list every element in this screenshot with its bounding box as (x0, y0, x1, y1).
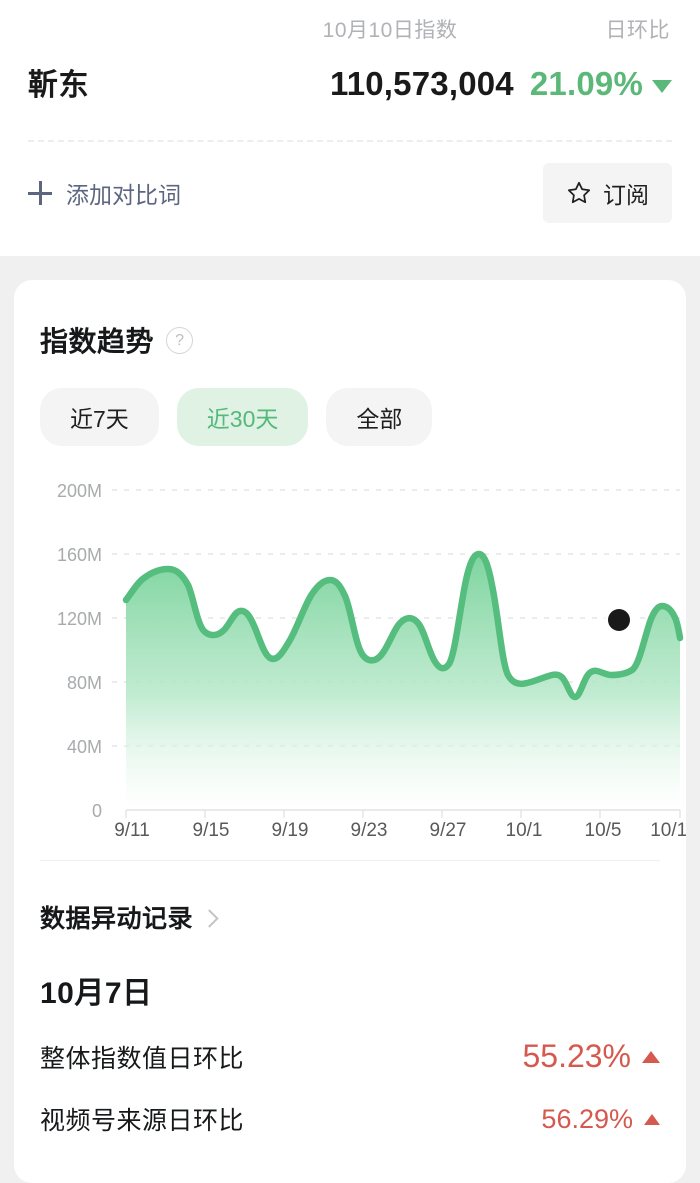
anomaly-record-row: 整体指数值日环比 55.23% (40, 1038, 660, 1075)
svg-text:10/5: 10/5 (585, 820, 622, 838)
svg-text:10/1: 10/1 (506, 820, 543, 838)
page-title: 指数趋势 (40, 326, 155, 357)
chart-y-axis-labels: 200M 160M 120M 80M 40M 0 (57, 481, 102, 821)
subscribe-button[interactable]: 订阅 (543, 163, 672, 223)
tab-last-7-days[interactable]: 近7天 (40, 388, 159, 446)
tab-all[interactable]: 全部 (326, 388, 433, 446)
add-compare-word-button[interactable]: 添加对比词 (28, 176, 181, 210)
triangle-up-icon (644, 1113, 660, 1125)
keyword-change: 21.09% (530, 65, 672, 103)
chevron-right-icon (200, 908, 219, 928)
svg-text:10/10: 10/10 (650, 820, 686, 838)
anomaly-record-value: 55.23% (522, 1038, 631, 1074)
anomaly-record-value-group: 55.23% (522, 1038, 660, 1075)
tab-last-30-days[interactable]: 近30天 (176, 388, 309, 446)
header-actions: 添加对比词 订阅 (28, 143, 672, 243)
svg-text:80M: 80M (67, 673, 102, 693)
chart-highlight-marker[interactable] (605, 604, 637, 636)
anomaly-records-date: 10月7日 (40, 977, 153, 1010)
svg-text:160M: 160M (57, 545, 102, 565)
header-column-labels: 10月10日指数 日环比 (28, 0, 672, 44)
svg-text:9/19: 9/19 (272, 820, 309, 838)
anomaly-record-label: 整体指数值日环比 (40, 1044, 245, 1073)
svg-text:120M: 120M (57, 609, 102, 629)
add-compare-word-label: 添加对比词 (66, 182, 181, 208)
svg-text:9/11: 9/11 (114, 820, 150, 838)
trend-card-inner: 指数趋势 ? 近7天 近30天 全部 200M 160M 120M 80M 40… (14, 280, 686, 1137)
anomaly-record-row: 视频号来源日环比 56.29% (40, 1101, 660, 1137)
index-trend-chart[interactable]: 200M 160M 120M 80M 40M 0 9/11 9/15 9/19 … (40, 468, 686, 838)
column-label-index: 10月10日指数 (322, 19, 458, 42)
keyword-summary-row: 靳东 110,573,004 21.09% (28, 44, 672, 130)
keyword-change-value: 21.09% (529, 65, 643, 102)
svg-text:9/27: 9/27 (430, 820, 467, 838)
svg-text:40M: 40M (67, 737, 102, 757)
keyword-index-value: 110,573,004 (329, 65, 514, 102)
page-body: 指数趋势 ? 近7天 近30天 全部 200M 160M 120M 80M 40… (0, 256, 700, 1183)
chart-x-axis-labels: 9/11 9/15 9/19 9/23 9/27 10/1 10/5 10/10 (114, 820, 686, 838)
anomaly-records-title: 数据异动记录 (40, 905, 194, 933)
anomaly-records-header[interactable]: 数据异动记录 (40, 861, 660, 935)
chart-area-fill (126, 554, 680, 810)
keyword-name: 靳东 (28, 69, 89, 102)
question-mark-icon[interactable]: ? (166, 326, 194, 354)
triangle-down-icon (652, 79, 672, 93)
anomaly-record-label: 视频号来源日环比 (40, 1107, 245, 1135)
trend-card: 指数趋势 ? 近7天 近30天 全部 200M 160M 120M 80M 40… (14, 280, 686, 1183)
trend-title-row: 指数趋势 ? (40, 280, 660, 360)
keyword-header: 10月10日指数 日环比 靳东 110,573,004 21.09% 添加对比词… (0, 0, 700, 256)
plus-icon (28, 181, 52, 205)
range-tabs: 近7天 近30天 全部 (40, 388, 660, 446)
svg-text:0: 0 (92, 801, 102, 821)
chart-svg: 200M 160M 120M 80M 40M 0 9/11 9/15 9/19 … (57, 481, 686, 838)
triangle-up-icon (642, 1050, 660, 1063)
svg-text:9/15: 9/15 (193, 820, 230, 838)
star-icon (567, 181, 591, 204)
svg-text:9/23: 9/23 (351, 820, 388, 838)
anomaly-record-value: 56.29% (541, 1103, 633, 1134)
chart-x-axis-ticks (125, 810, 681, 818)
anomaly-records-section: 数据异动记录 10月7日 整体指数值日环比 55.23% 视频号来源日环比 56… (40, 861, 660, 1137)
svg-text:200M: 200M (57, 481, 102, 501)
anomaly-record-value-group: 56.29% (541, 1104, 660, 1135)
subscribe-label: 订阅 (603, 182, 649, 208)
column-label-change: 日环比 (605, 19, 670, 42)
